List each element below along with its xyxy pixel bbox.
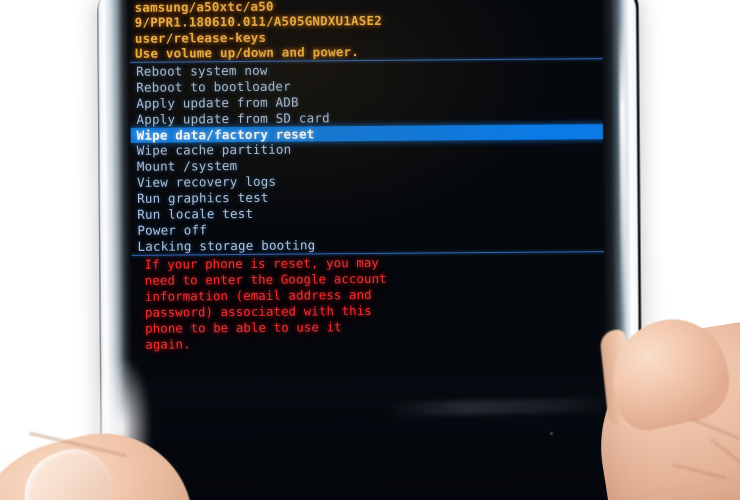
recovery-screen: Android Recovery samsung/a50xtc/a50 9/PP… [129, 0, 609, 382]
screenshot-scene: Android Recovery samsung/a50xtc/a50 9/PP… [0, 0, 740, 500]
warning-line-6: again. [145, 335, 191, 352]
recovery-menu: Reboot system now Reboot to bootloader A… [130, 60, 607, 254]
screen-dust-speck [550, 432, 553, 435]
screen-dark-area [130, 376, 608, 500]
recovery-header: Android Recovery samsung/a50xtc/a50 9/PP… [134, 0, 601, 62]
reset-warning-message: If your phone is reset, you may need to … [145, 254, 446, 352]
